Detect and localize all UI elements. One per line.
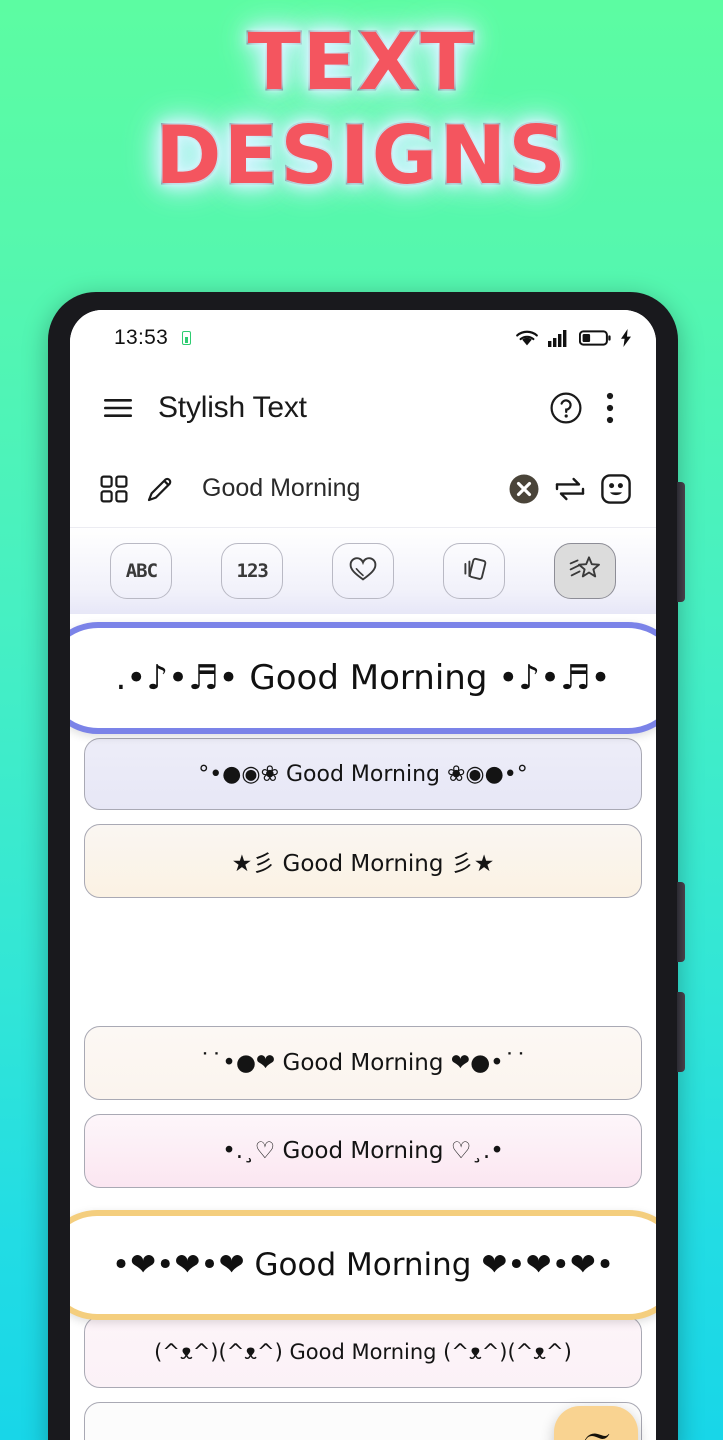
- tab-styles[interactable]: [442, 543, 505, 599]
- status-bar: 13:53: [70, 310, 656, 366]
- battery-icon: [579, 329, 611, 347]
- style-text: (^ᴥ^)(^ᴥ^) Good Morning (^ᴥ^)(^ᴥ^): [154, 1339, 572, 1364]
- list-row[interactable]: °•●◉❀ Good Morning ❀◉●•°: [84, 738, 642, 810]
- promo-title-line-2: DESIGNS: [154, 109, 568, 202]
- pencil-icon[interactable]: [138, 467, 182, 511]
- category-tabs: ABC 123: [70, 528, 656, 614]
- list-item-highlighted[interactable]: .•♪•♬• Good Morning •♪•♬•: [70, 622, 656, 734]
- list-item[interactable]: (^ᴥ^)(^ᴥ^) Good Morning (^ᴥ^)(^ᴥ^): [84, 1316, 642, 1388]
- magic-star-icon: [569, 554, 601, 589]
- heart-icon: [348, 555, 378, 588]
- style-text: ★彡 Good Morning 彡★: [231, 851, 495, 877]
- promo-banner: TEXT DESIGNS: [0, 18, 723, 202]
- font-style-fab-icon[interactable]: 𝔖: [554, 1406, 638, 1440]
- search-input[interactable]: Good Morning: [202, 474, 500, 503]
- list-item[interactable]: °•●◉❀ Good Morning ❀◉●•°: [84, 738, 642, 810]
- status-indicators: [515, 329, 632, 348]
- wifi-icon: [515, 329, 539, 348]
- help-circle-icon[interactable]: [544, 386, 588, 430]
- text-input-row: Good Morning: [70, 450, 656, 528]
- list-item[interactable]: ★彡 Good Morning 彡★: [84, 824, 642, 898]
- status-time: 13:53: [114, 326, 169, 349]
- list-item[interactable]: •.¸♡ Good Morning ♡¸.•: [84, 1114, 642, 1188]
- list-item[interactable]: ˙˙•●❤ Good Morning ❤●•˙˙: [84, 1026, 642, 1100]
- list-row[interactable]: ˙˙•●❤ Good Morning ❤●•˙˙: [84, 1026, 642, 1100]
- style-text: ˙˙•●❤ Good Morning ❤●•˙˙: [199, 1050, 527, 1076]
- phone-power-button[interactable]: [677, 482, 685, 602]
- signal-bars-icon: [548, 329, 570, 347]
- style-text: •❤•❤•❤ Good Morning ❤•❤•❤•: [111, 1247, 615, 1283]
- style-text: °•●◉❀ Good Morning ❀◉●•°: [198, 761, 528, 787]
- abc-icon: ABC: [125, 560, 158, 582]
- hamburger-menu-icon[interactable]: [96, 386, 140, 430]
- phone-screen: 13:53 Stylish Text Good Morning ABC 123 …: [70, 310, 656, 1440]
- style-list[interactable]: .•♪•♬• Good Morning •♪•♬• °•●◉❀ Good Mor…: [70, 614, 656, 1440]
- tab-123[interactable]: 123: [221, 543, 284, 599]
- tab-abc[interactable]: ABC: [110, 543, 173, 599]
- promo-title-line-1: TEXT: [246, 18, 476, 108]
- list-row[interactable]: •.¸♡ Good Morning ♡¸.•: [84, 1114, 642, 1188]
- phone-frame: 13:53 Stylish Text Good Morning ABC 123 …: [48, 292, 685, 1440]
- list-row[interactable]: (^ᴥ^)(^ᴥ^) Good Morning (^ᴥ^)(^ᴥ^): [84, 1316, 642, 1388]
- charging-bolt-icon: [620, 329, 632, 347]
- tab-decor[interactable]: [553, 543, 616, 599]
- list-item-highlighted[interactable]: •❤•❤•❤ Good Morning ❤•❤•❤•: [70, 1210, 656, 1320]
- more-vertical-icon[interactable]: [588, 386, 632, 430]
- phone-volume-down-button[interactable]: [677, 992, 685, 1072]
- tab-heart[interactable]: [331, 543, 394, 599]
- fab-glyph: 𝔖: [581, 1427, 610, 1440]
- grid-icon[interactable]: [92, 467, 136, 511]
- clear-circle-icon[interactable]: [502, 467, 546, 511]
- emoji-face-icon[interactable]: [594, 467, 638, 511]
- battery-small-icon: [182, 331, 192, 345]
- 123-icon: 123: [236, 560, 269, 582]
- cards-icon: [459, 554, 489, 589]
- page-title: Stylish Text: [158, 391, 307, 424]
- app-bar: Stylish Text: [70, 366, 656, 450]
- style-text: •.¸♡ Good Morning ♡¸.•: [222, 1138, 504, 1164]
- list-row[interactable]: ★彡 Good Morning 彡★: [84, 824, 642, 898]
- phone-volume-up-button[interactable]: [677, 882, 685, 962]
- repeat-icon[interactable]: [548, 467, 592, 511]
- style-text: .•♪•♬• Good Morning •♪•♬•: [115, 658, 611, 698]
